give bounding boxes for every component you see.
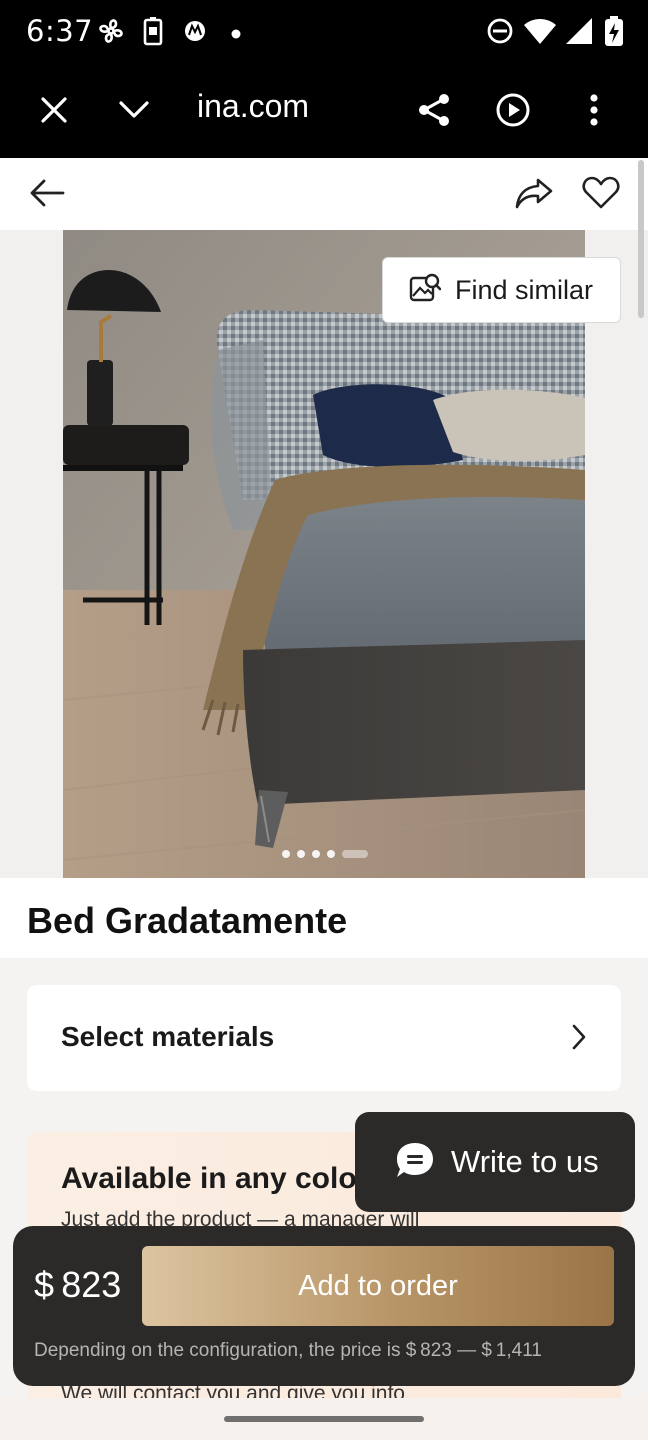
url-text[interactable]: ina.com	[197, 88, 357, 125]
price: $ 823	[34, 1264, 122, 1305]
pagination-dot[interactable]	[327, 850, 335, 858]
add-to-order-label: Add to order	[298, 1269, 458, 1302]
signal-icon	[564, 16, 594, 51]
back-arrow-icon[interactable]	[25, 171, 69, 215]
product-photo	[63, 230, 585, 878]
status-bar: 6:37	[0, 0, 648, 62]
product-gallery[interactable]: Find similar	[0, 230, 648, 878]
dnd-icon	[486, 16, 514, 51]
close-icon[interactable]	[34, 90, 74, 130]
share-arrow-icon[interactable]	[512, 171, 556, 215]
order-bar: $ 823 Add to order Depending on the conf…	[13, 1226, 635, 1386]
heart-icon[interactable]	[579, 171, 623, 215]
chevron-right-icon	[571, 1023, 587, 1056]
gesture-nav-area	[0, 1398, 648, 1440]
wifi-icon	[522, 16, 558, 51]
pagination-dot[interactable]	[297, 850, 305, 858]
product-title: Bed Gradatamente	[27, 900, 348, 941]
price-range-note: Depending on the configuration, the pric…	[34, 1340, 542, 1361]
motorola-icon	[184, 20, 206, 47]
pagination-dot[interactable]	[312, 850, 320, 858]
chat-bubble-icon	[395, 1141, 435, 1184]
app-header	[0, 158, 648, 230]
more-vert-icon[interactable]	[574, 90, 614, 130]
play-icon[interactable]	[493, 90, 533, 130]
battery-charging-icon	[604, 16, 624, 51]
select-materials-row[interactable]: Select materials	[27, 985, 621, 1091]
select-materials-label: Select materials	[61, 1021, 275, 1052]
gallery-pagination	[282, 850, 368, 858]
product-page: Find similar Bed Gradatamente Select mat…	[0, 158, 648, 1398]
write-to-us-label: Write to us	[451, 1144, 599, 1179]
page-scrollbar[interactable]	[638, 160, 644, 318]
image-search-icon	[409, 272, 442, 309]
chevron-down-icon[interactable]	[114, 90, 154, 130]
browser-toolbar: ina.com	[0, 62, 648, 158]
pagination-dot[interactable]	[282, 850, 290, 858]
write-to-us-button[interactable]: Write to us	[355, 1112, 635, 1212]
fan-icon	[96, 16, 126, 51]
dot-icon	[231, 26, 241, 44]
find-similar-label: Find similar	[455, 274, 594, 305]
status-time: 6:37	[26, 14, 94, 48]
pagination-dot-active[interactable]	[342, 850, 368, 858]
color-banner-title: Available in any color	[61, 1162, 369, 1195]
add-to-order-button[interactable]: Add to order	[142, 1246, 614, 1326]
gesture-handle[interactable]	[224, 1416, 424, 1422]
share-icon[interactable]	[414, 90, 454, 130]
battery-saver-icon	[142, 16, 164, 51]
find-similar-button[interactable]: Find similar	[382, 257, 621, 323]
